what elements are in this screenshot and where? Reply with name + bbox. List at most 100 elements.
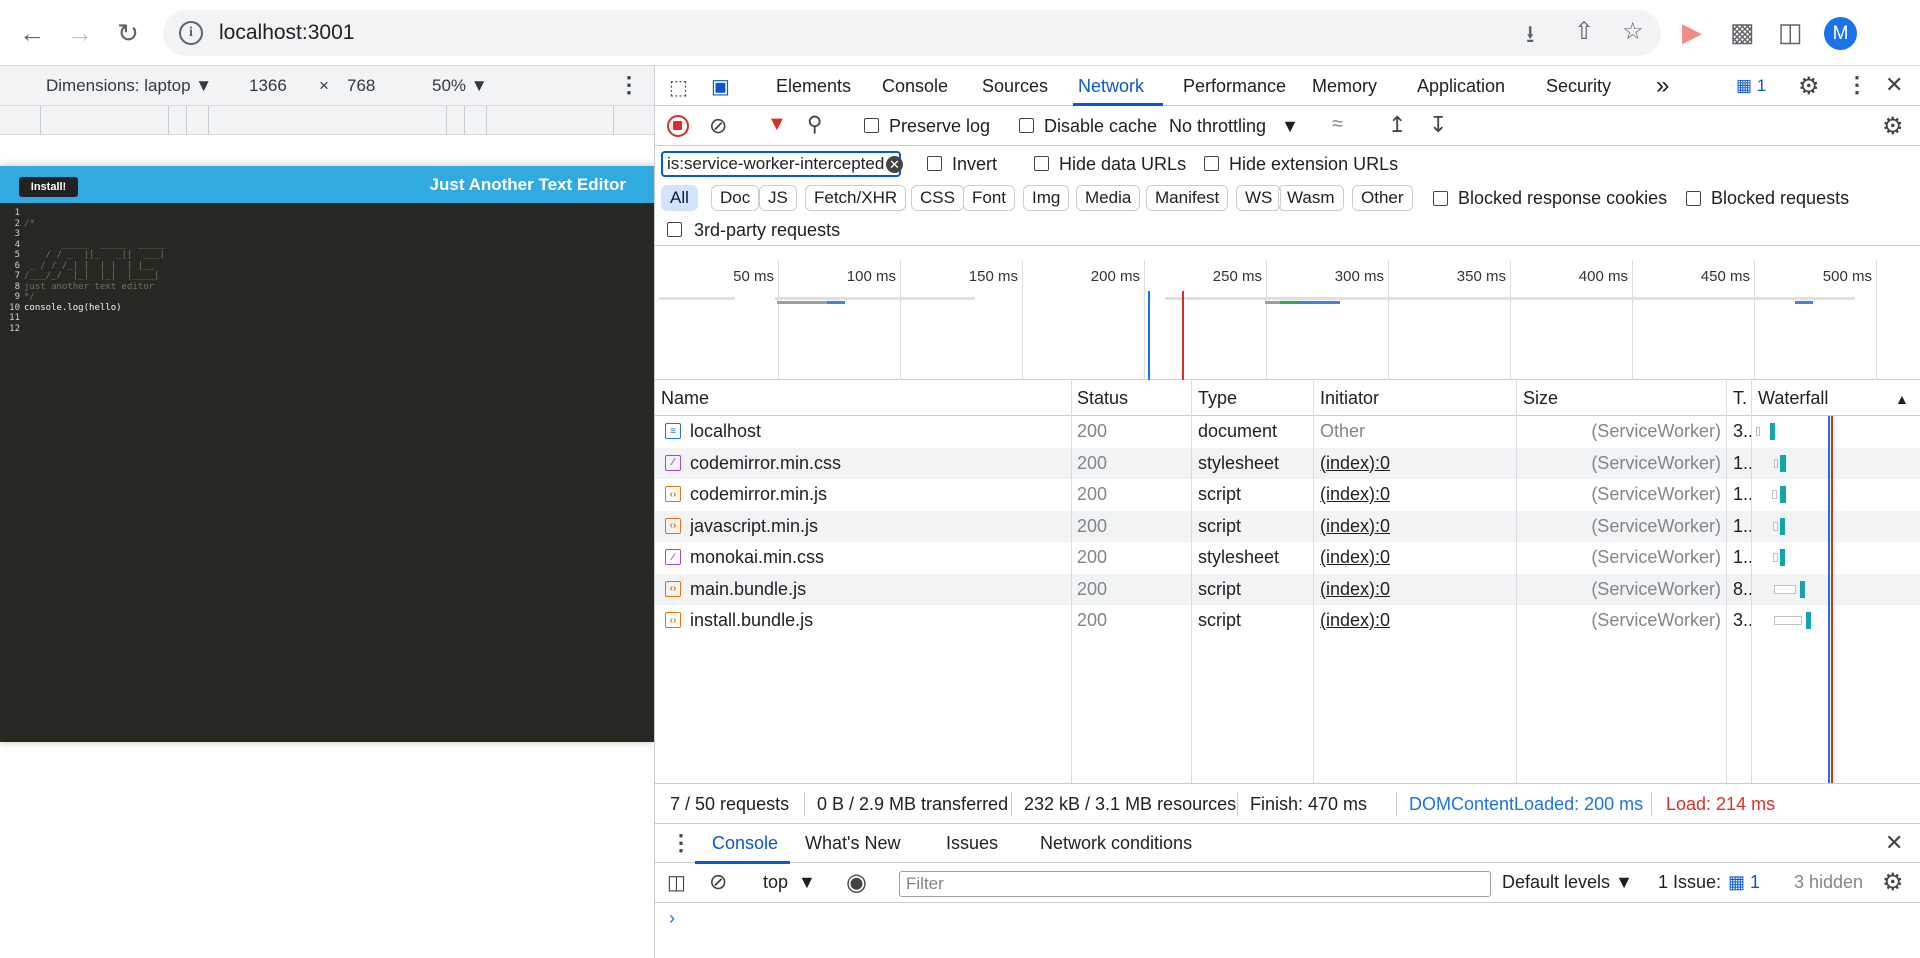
table-row[interactable]: ‹› codemirror.min.js 200 script (index):0 1..… [655,479,1920,510]
request-name[interactable]: codemirror.min.css [690,453,841,474]
settings-gear-icon[interactable]: ⚙ [1798,72,1820,101]
profile-avatar[interactable]: M [1824,17,1857,50]
disable-cache-checkbox[interactable] [1019,118,1034,133]
issues-badge[interactable]: ▦ 1 [1736,76,1766,96]
more-options-icon[interactable]: ⋮ [618,72,640,98]
col-name[interactable]: Name [661,388,709,409]
col-initiator[interactable]: Initiator [1320,388,1379,409]
code-line[interactable]: just another text editor [24,282,154,292]
tab-sources[interactable]: Sources [982,76,1048,97]
type-filter-ws[interactable]: WS [1236,185,1282,211]
code-editor[interactable]: 1 2 /* 3 4 _____ _____ _____ 5 / / _ ||_ _|| … [0,203,654,742]
hide-data-urls-checkbox[interactable] [1034,156,1049,171]
type-filter-font[interactable]: Font [963,185,1016,211]
width-input[interactable]: 1366 [249,76,287,96]
type-filter-js[interactable]: JS [759,185,797,211]
throttling-select[interactable]: No throttling ▼ [1169,116,1299,137]
code-line[interactable]: _____ _____ _____ [24,240,165,250]
device-toggle-icon[interactable]: ▣ [711,74,730,99]
request-name[interactable]: monokai.min.css [690,547,824,568]
type-filter-manifest[interactable]: Manifest [1146,185,1229,211]
extension-icon[interactable]: ▶ [1682,17,1702,48]
reload-icon[interactable]: ↻ [108,13,148,53]
col-status[interactable]: Status [1077,388,1128,409]
forward-arrow-icon[interactable]: → [60,13,100,53]
clear-icon[interactable]: ⊘ [709,113,727,139]
tab-elements[interactable]: Elements [776,76,851,97]
code-line[interactable]: _ / / /_| | | | | |__ [24,261,154,271]
console-sidebar-icon[interactable]: ◫ [667,870,686,895]
sort-ascending-icon[interactable]: ▲ [1895,391,1909,407]
code-line[interactable]: console.log(hello) [24,303,122,313]
code-line[interactable]: */ [24,292,35,302]
tab-performance[interactable]: Performance [1183,76,1286,97]
col-size[interactable]: Size [1523,388,1558,409]
context-select[interactable]: top ▼ [763,872,816,893]
record-stop-icon[interactable] [667,115,689,137]
inspect-element-icon[interactable]: ⬚ [669,75,688,100]
clear-console-icon[interactable]: ⊘ [709,869,727,895]
search-icon[interactable]: ⚲ [807,112,822,137]
network-filter-input[interactable]: is:service-worker-intercepted [661,151,901,177]
code-line[interactable]: /* [24,219,35,229]
network-conditions-icon[interactable]: ≈ [1332,113,1343,136]
clear-filter-icon[interactable]: ✕ [886,156,903,173]
drawer-menu-icon[interactable]: ⋮ [670,830,692,856]
install-app-icon[interactable]: ⭳ [1526,17,1534,58]
request-initiator[interactable]: (index):0 [1320,610,1390,631]
dimensions-select[interactable]: Dimensions: laptop ▼ [46,76,212,96]
height-input[interactable]: 768 [347,76,375,96]
type-filter-doc[interactable]: Doc [711,185,760,211]
type-filter-img[interactable]: Img [1023,185,1070,211]
import-har-icon[interactable]: ↥ [1388,112,1406,138]
request-initiator[interactable]: (index):0 [1320,516,1390,537]
request-initiator[interactable]: (index):0 [1320,547,1390,568]
blocked-requests-checkbox[interactable] [1686,191,1701,206]
table-row[interactable]: ∕ codemirror.min.css 200 stylesheet (index):… [655,447,1920,479]
request-initiator[interactable]: (index):0 [1320,579,1390,600]
close-devtools-icon[interactable]: ✕ [1885,72,1903,98]
type-filter-media[interactable]: Media [1076,185,1141,211]
drawer-tab-console[interactable]: Console [712,833,778,854]
type-filter-fetch-xhr[interactable]: Fetch/XHR [805,185,907,211]
col-type[interactable]: Type [1198,388,1237,409]
table-row[interactable]: ≡ localhost 200 document Other 3.. (ServiceWor… [655,416,1920,447]
address-bar[interactable]: i localhost:3001 [163,10,1661,56]
blocked-response-cookies-checkbox[interactable] [1433,191,1448,206]
console-prompt-icon[interactable]: › [669,908,675,929]
live-expression-eye-icon[interactable]: ◉ [846,868,867,897]
install-button[interactable]: Install! [19,177,78,197]
filter-funnel-icon[interactable]: ▼ [767,113,787,136]
drawer-tab-network-conditions[interactable]: Network conditions [1040,833,1192,854]
drawer-tab-issues[interactable]: Issues [946,833,998,854]
code-line[interactable]: / / _ ||_ _|| ___| [24,250,165,260]
request-name[interactable]: javascript.min.js [690,516,818,537]
site-info-icon[interactable]: i [179,21,203,45]
request-initiator[interactable]: Other [1320,421,1365,442]
request-initiator[interactable]: (index):0 [1320,484,1390,505]
console-filter-input[interactable]: Filter [899,871,1491,897]
zoom-select[interactable]: 50% ▼ [432,76,488,96]
bookmark-star-icon[interactable]: ☆ [1622,17,1644,46]
back-arrow-icon[interactable]: ← [12,13,52,53]
preserve-log-checkbox[interactable] [864,118,879,133]
type-filter-css[interactable]: CSS [911,185,964,211]
code-line[interactable]: /___/_/ |_| |_| |____| [24,271,159,281]
col-time[interactable]: T. [1733,388,1747,409]
tab-console[interactable]: Console [882,76,948,97]
type-filter-other[interactable]: Other [1352,185,1413,211]
request-name[interactable]: main.bundle.js [690,579,806,600]
close-drawer-icon[interactable]: ✕ [1885,830,1903,856]
request-name[interactable]: localhost [690,421,761,442]
more-tabs-icon[interactable]: » [1656,72,1669,100]
type-filter-all[interactable]: All [661,185,698,211]
type-filter-wasm[interactable]: Wasm [1278,185,1344,211]
table-row[interactable]: ‹› install.bundle.js 200 script (index):0 3..… [655,605,1920,636]
hide-extension-urls-checkbox[interactable] [1204,156,1219,171]
log-levels-select[interactable]: Default levels ▼ [1502,872,1633,893]
request-initiator[interactable]: (index):0 [1320,453,1390,474]
table-row[interactable]: ‹› javascript.min.js 200 script (index):0 1..… [655,510,1920,542]
col-waterfall[interactable]: Waterfall [1758,388,1828,409]
tab-application[interactable]: Application [1417,76,1505,97]
tab-security[interactable]: Security [1546,76,1611,97]
